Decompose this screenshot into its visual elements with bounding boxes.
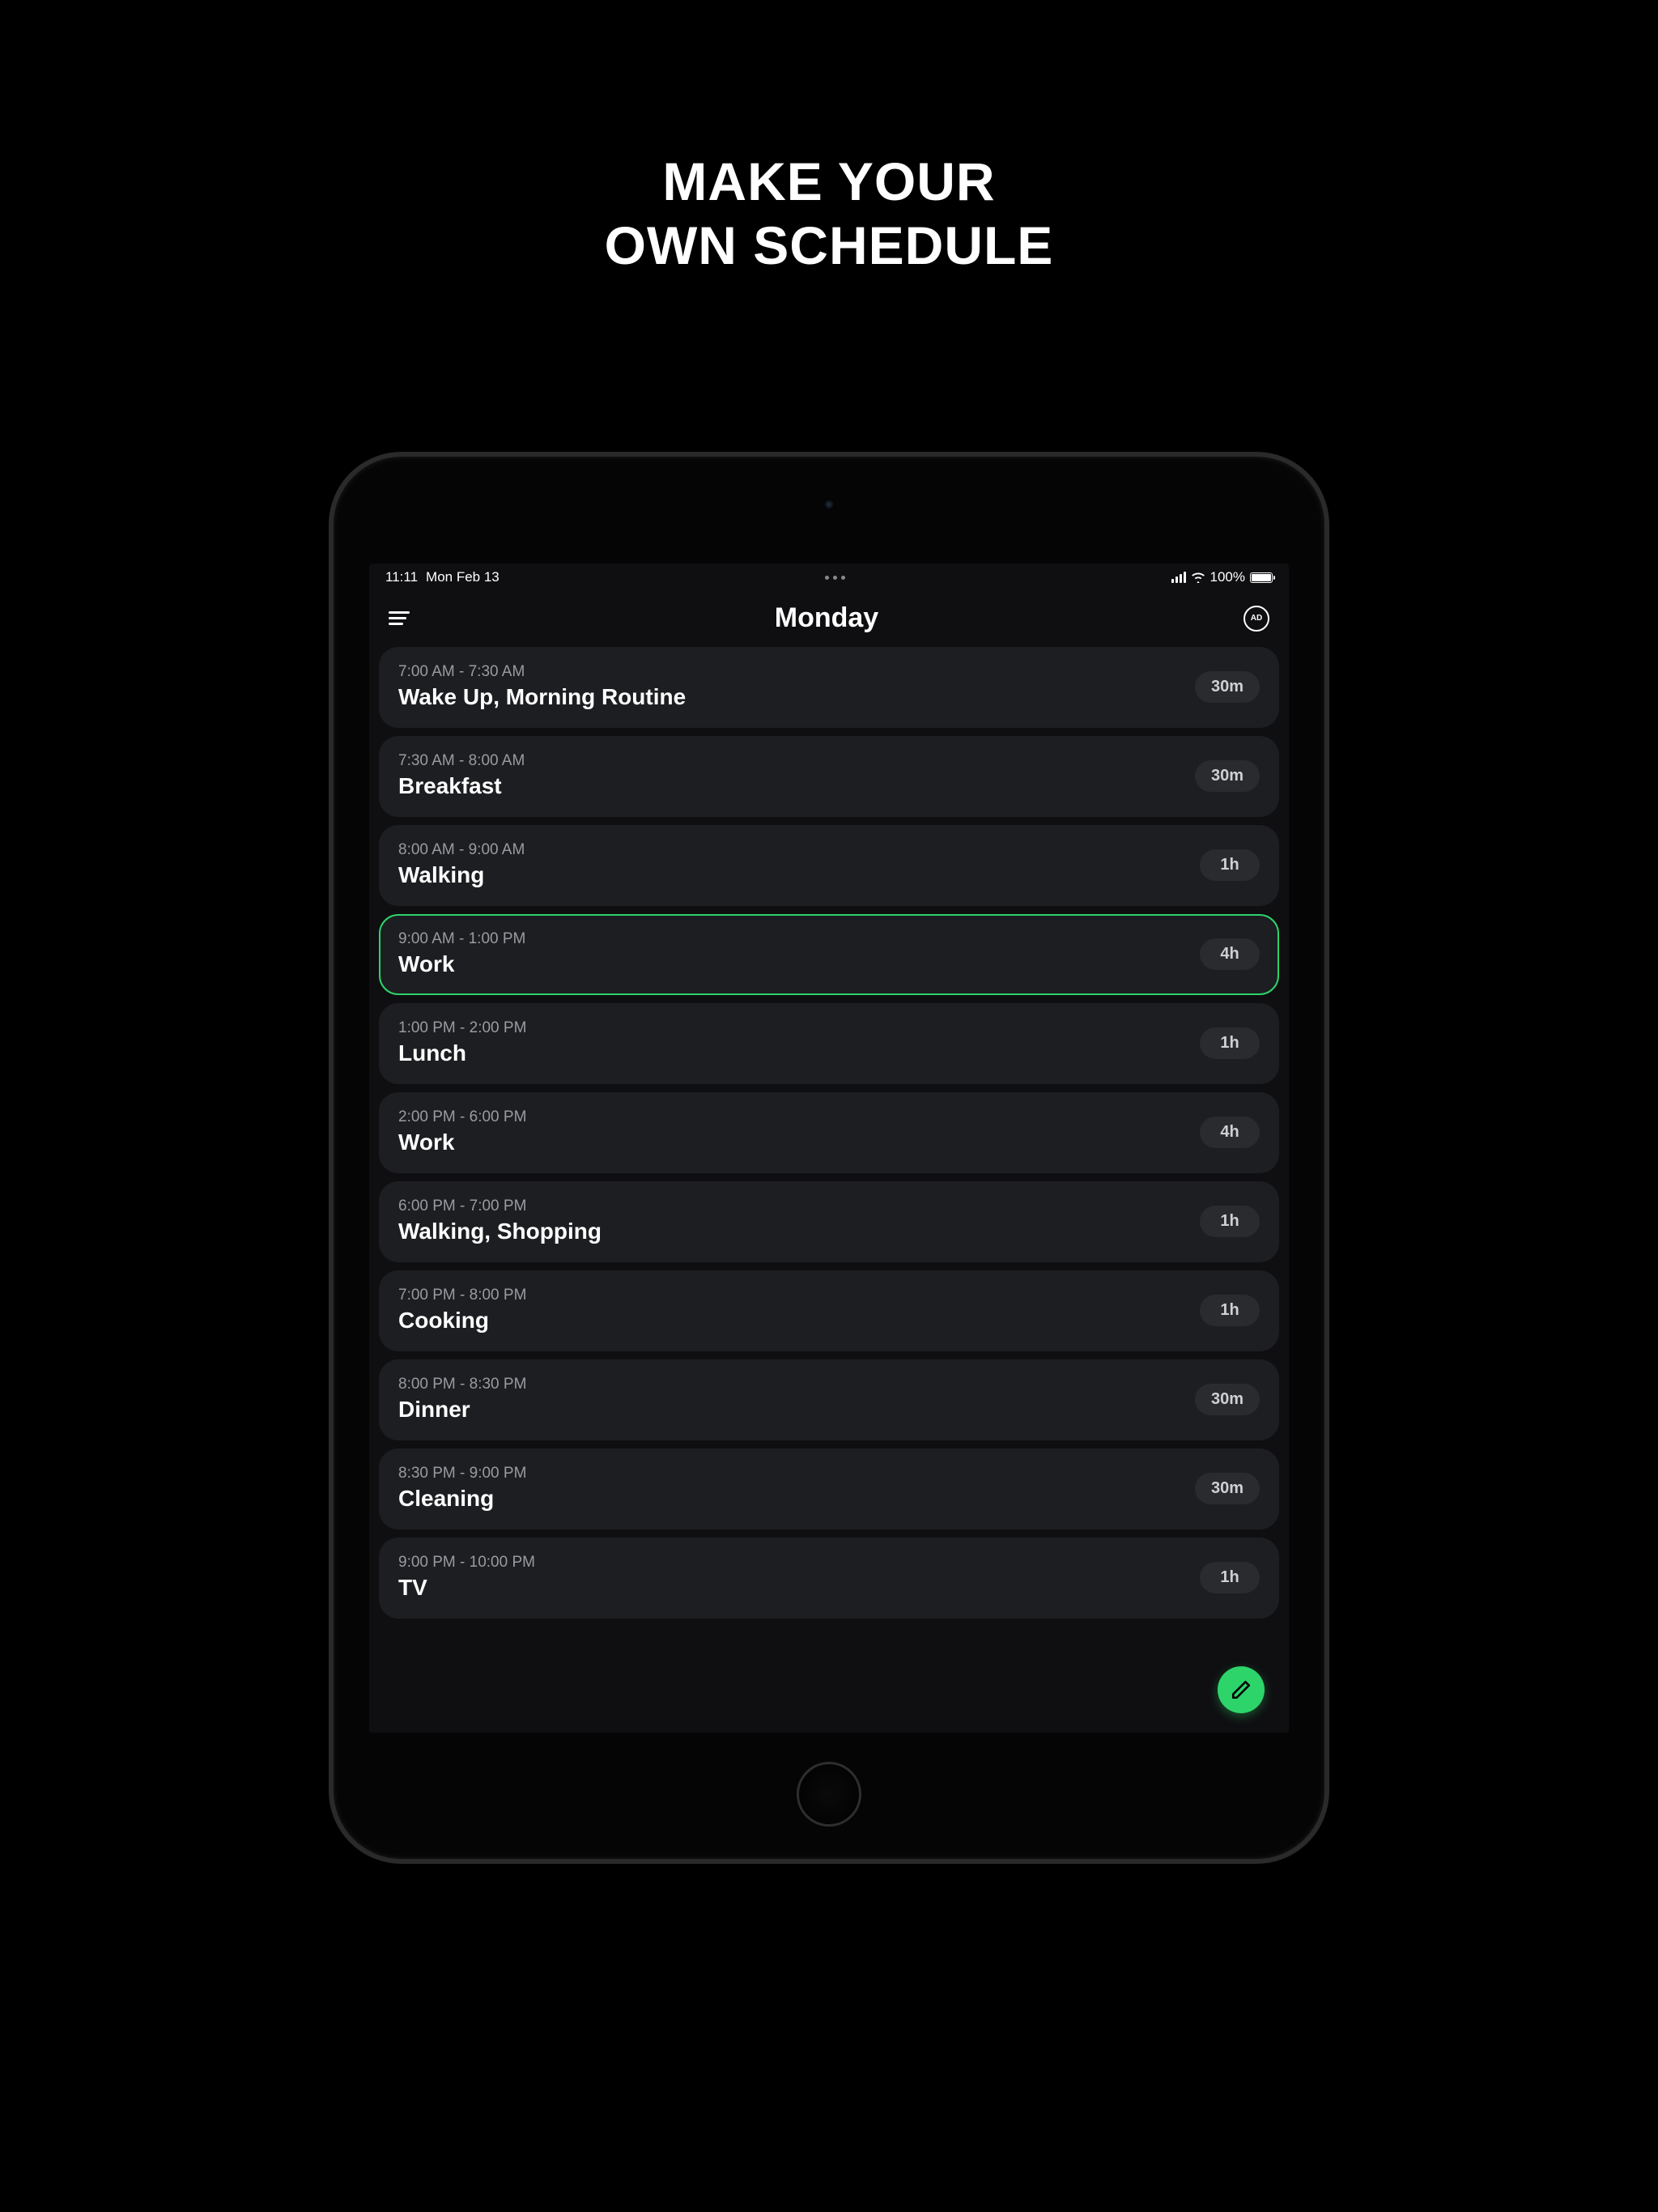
schedule-list[interactable]: 7:00 AM - 7:30 AM Wake Up, Morning Routin… xyxy=(369,647,1289,1619)
schedule-time-range: 6:00 PM - 7:00 PM xyxy=(398,1197,602,1215)
status-date: Mon Feb 13 xyxy=(426,569,500,585)
schedule-card-content: 9:00 AM - 1:00 PM Work xyxy=(398,930,525,977)
schedule-title: Lunch xyxy=(398,1040,526,1066)
home-button[interactable] xyxy=(797,1762,861,1827)
schedule-title: Work xyxy=(398,1129,526,1155)
duration-pill: 30m xyxy=(1195,1384,1260,1415)
duration-pill: 4h xyxy=(1200,1117,1260,1148)
promo-line-2: OWN SCHEDULE xyxy=(0,214,1658,278)
schedule-title: Wake Up, Morning Routine xyxy=(398,684,686,710)
schedule-time-range: 8:00 PM - 8:30 PM xyxy=(398,1376,526,1393)
schedule-time-range: 9:00 AM - 1:00 PM xyxy=(398,930,525,948)
tablet-device-frame: 11:11 Mon Feb 13 100% Monday xyxy=(329,452,1329,1864)
schedule-time-range: 7:30 AM - 8:00 AM xyxy=(398,752,525,770)
schedule-title: Walking xyxy=(398,862,525,888)
schedule-card[interactable]: 7:30 AM - 8:00 AM Breakfast 30m xyxy=(379,736,1279,817)
schedule-card[interactable]: 8:30 PM - 9:00 PM Cleaning 30m xyxy=(379,1448,1279,1529)
schedule-card-content: 9:00 PM - 10:00 PM TV xyxy=(398,1554,535,1601)
schedule-card-content: 8:30 PM - 9:00 PM Cleaning xyxy=(398,1465,526,1512)
schedule-title: Cooking xyxy=(398,1308,526,1334)
schedule-time-range: 1:00 PM - 2:00 PM xyxy=(398,1019,526,1037)
schedule-time-range: 7:00 PM - 8:00 PM xyxy=(398,1287,526,1304)
edit-fab-button[interactable] xyxy=(1218,1666,1265,1713)
status-time: 11:11 xyxy=(385,569,418,585)
schedule-card-content: 6:00 PM - 7:00 PM Walking, Shopping xyxy=(398,1197,602,1244)
duration-pill: 30m xyxy=(1195,1473,1260,1504)
schedule-card-content: 7:30 AM - 8:00 AM Breakfast xyxy=(398,752,525,799)
schedule-card-content: 8:00 AM - 9:00 AM Walking xyxy=(398,841,525,888)
promo-headline: MAKE YOUR OWN SCHEDULE xyxy=(0,150,1658,278)
page-title: Monday xyxy=(775,602,878,634)
schedule-title: Work xyxy=(398,951,525,977)
wifi-icon xyxy=(1191,572,1205,583)
schedule-card-content: 7:00 PM - 8:00 PM Cooking xyxy=(398,1287,526,1334)
schedule-card-content: 7:00 AM - 7:30 AM Wake Up, Morning Routin… xyxy=(398,663,686,710)
status-bar-right: 100% xyxy=(1171,569,1273,585)
schedule-title: Cleaning xyxy=(398,1486,526,1512)
duration-pill: 4h xyxy=(1200,938,1260,970)
schedule-card[interactable]: 8:00 PM - 8:30 PM Dinner 30m xyxy=(379,1359,1279,1440)
schedule-time-range: 8:00 AM - 9:00 AM xyxy=(398,841,525,859)
app-screen: 11:11 Mon Feb 13 100% Monday xyxy=(369,564,1289,1733)
schedule-time-range: 2:00 PM - 6:00 PM xyxy=(398,1108,526,1126)
schedule-card-content: 1:00 PM - 2:00 PM Lunch xyxy=(398,1019,526,1066)
duration-pill: 30m xyxy=(1195,760,1260,792)
schedule-card[interactable]: 8:00 AM - 9:00 AM Walking 1h xyxy=(379,825,1279,906)
schedule-title: Dinner xyxy=(398,1397,526,1423)
pencil-icon xyxy=(1231,1679,1252,1700)
schedule-card[interactable]: 2:00 PM - 6:00 PM Work 4h xyxy=(379,1092,1279,1173)
schedule-title: Breakfast xyxy=(398,773,525,799)
duration-pill: 1h xyxy=(1200,1295,1260,1326)
schedule-time-range: 8:30 PM - 9:00 PM xyxy=(398,1465,526,1482)
duration-pill: 1h xyxy=(1200,849,1260,881)
schedule-title: Walking, Shopping xyxy=(398,1219,602,1244)
schedule-card[interactable]: 9:00 AM - 1:00 PM Work 4h xyxy=(379,914,1279,995)
duration-pill: 1h xyxy=(1200,1027,1260,1059)
promo-line-1: MAKE YOUR xyxy=(0,150,1658,214)
ad-badge-button[interactable]: AD xyxy=(1244,606,1269,632)
schedule-title: TV xyxy=(398,1575,535,1601)
schedule-card[interactable]: 7:00 AM - 7:30 AM Wake Up, Morning Routin… xyxy=(379,647,1279,728)
menu-icon[interactable] xyxy=(389,611,410,625)
battery-percentage: 100% xyxy=(1210,569,1245,585)
schedule-card[interactable]: 7:00 PM - 8:00 PM Cooking 1h xyxy=(379,1270,1279,1351)
schedule-card-content: 2:00 PM - 6:00 PM Work xyxy=(398,1108,526,1155)
duration-pill: 30m xyxy=(1195,671,1260,703)
duration-pill: 1h xyxy=(1200,1562,1260,1593)
app-nav-bar: Monday AD xyxy=(369,591,1289,647)
schedule-card-content: 8:00 PM - 8:30 PM Dinner xyxy=(398,1376,526,1423)
front-camera-icon xyxy=(823,499,835,510)
battery-icon xyxy=(1250,572,1273,583)
multitask-dots-icon xyxy=(825,576,845,580)
status-bar-left: 11:11 Mon Feb 13 xyxy=(385,569,500,585)
duration-pill: 1h xyxy=(1200,1206,1260,1237)
status-bar: 11:11 Mon Feb 13 100% xyxy=(369,564,1289,591)
ad-badge-label: AD xyxy=(1251,614,1262,623)
schedule-time-range: 7:00 AM - 7:30 AM xyxy=(398,663,686,681)
schedule-time-range: 9:00 PM - 10:00 PM xyxy=(398,1554,535,1572)
cellular-signal-icon xyxy=(1171,572,1186,583)
schedule-card[interactable]: 9:00 PM - 10:00 PM TV 1h xyxy=(379,1538,1279,1619)
schedule-card[interactable]: 1:00 PM - 2:00 PM Lunch 1h xyxy=(379,1003,1279,1084)
schedule-card[interactable]: 6:00 PM - 7:00 PM Walking, Shopping 1h xyxy=(379,1181,1279,1262)
